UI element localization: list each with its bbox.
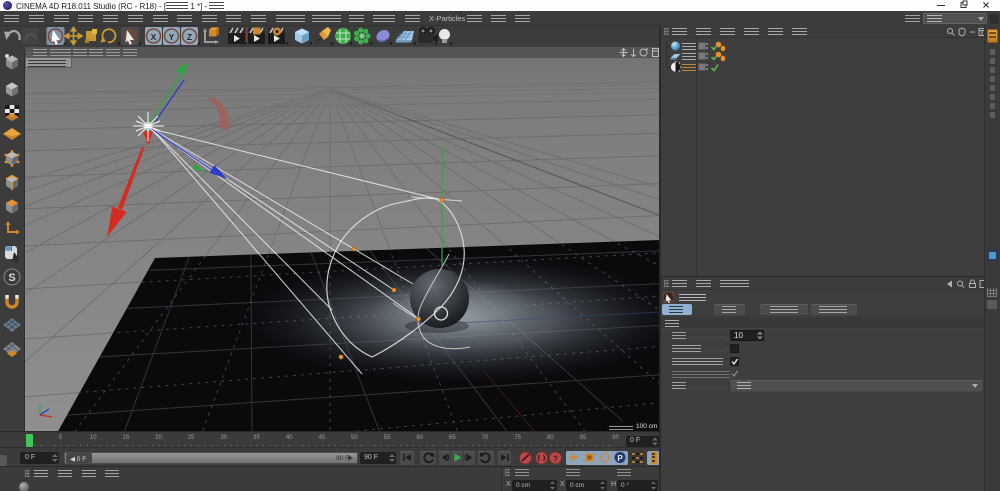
- svg-text:Y: Y: [169, 32, 175, 42]
- svg-text:S: S: [8, 272, 15, 284]
- svg-text:P: P: [617, 454, 623, 463]
- svg-text:X: X: [151, 32, 157, 42]
- svg-text:Z: Z: [187, 32, 192, 42]
- svg-text:?: ?: [553, 455, 558, 464]
